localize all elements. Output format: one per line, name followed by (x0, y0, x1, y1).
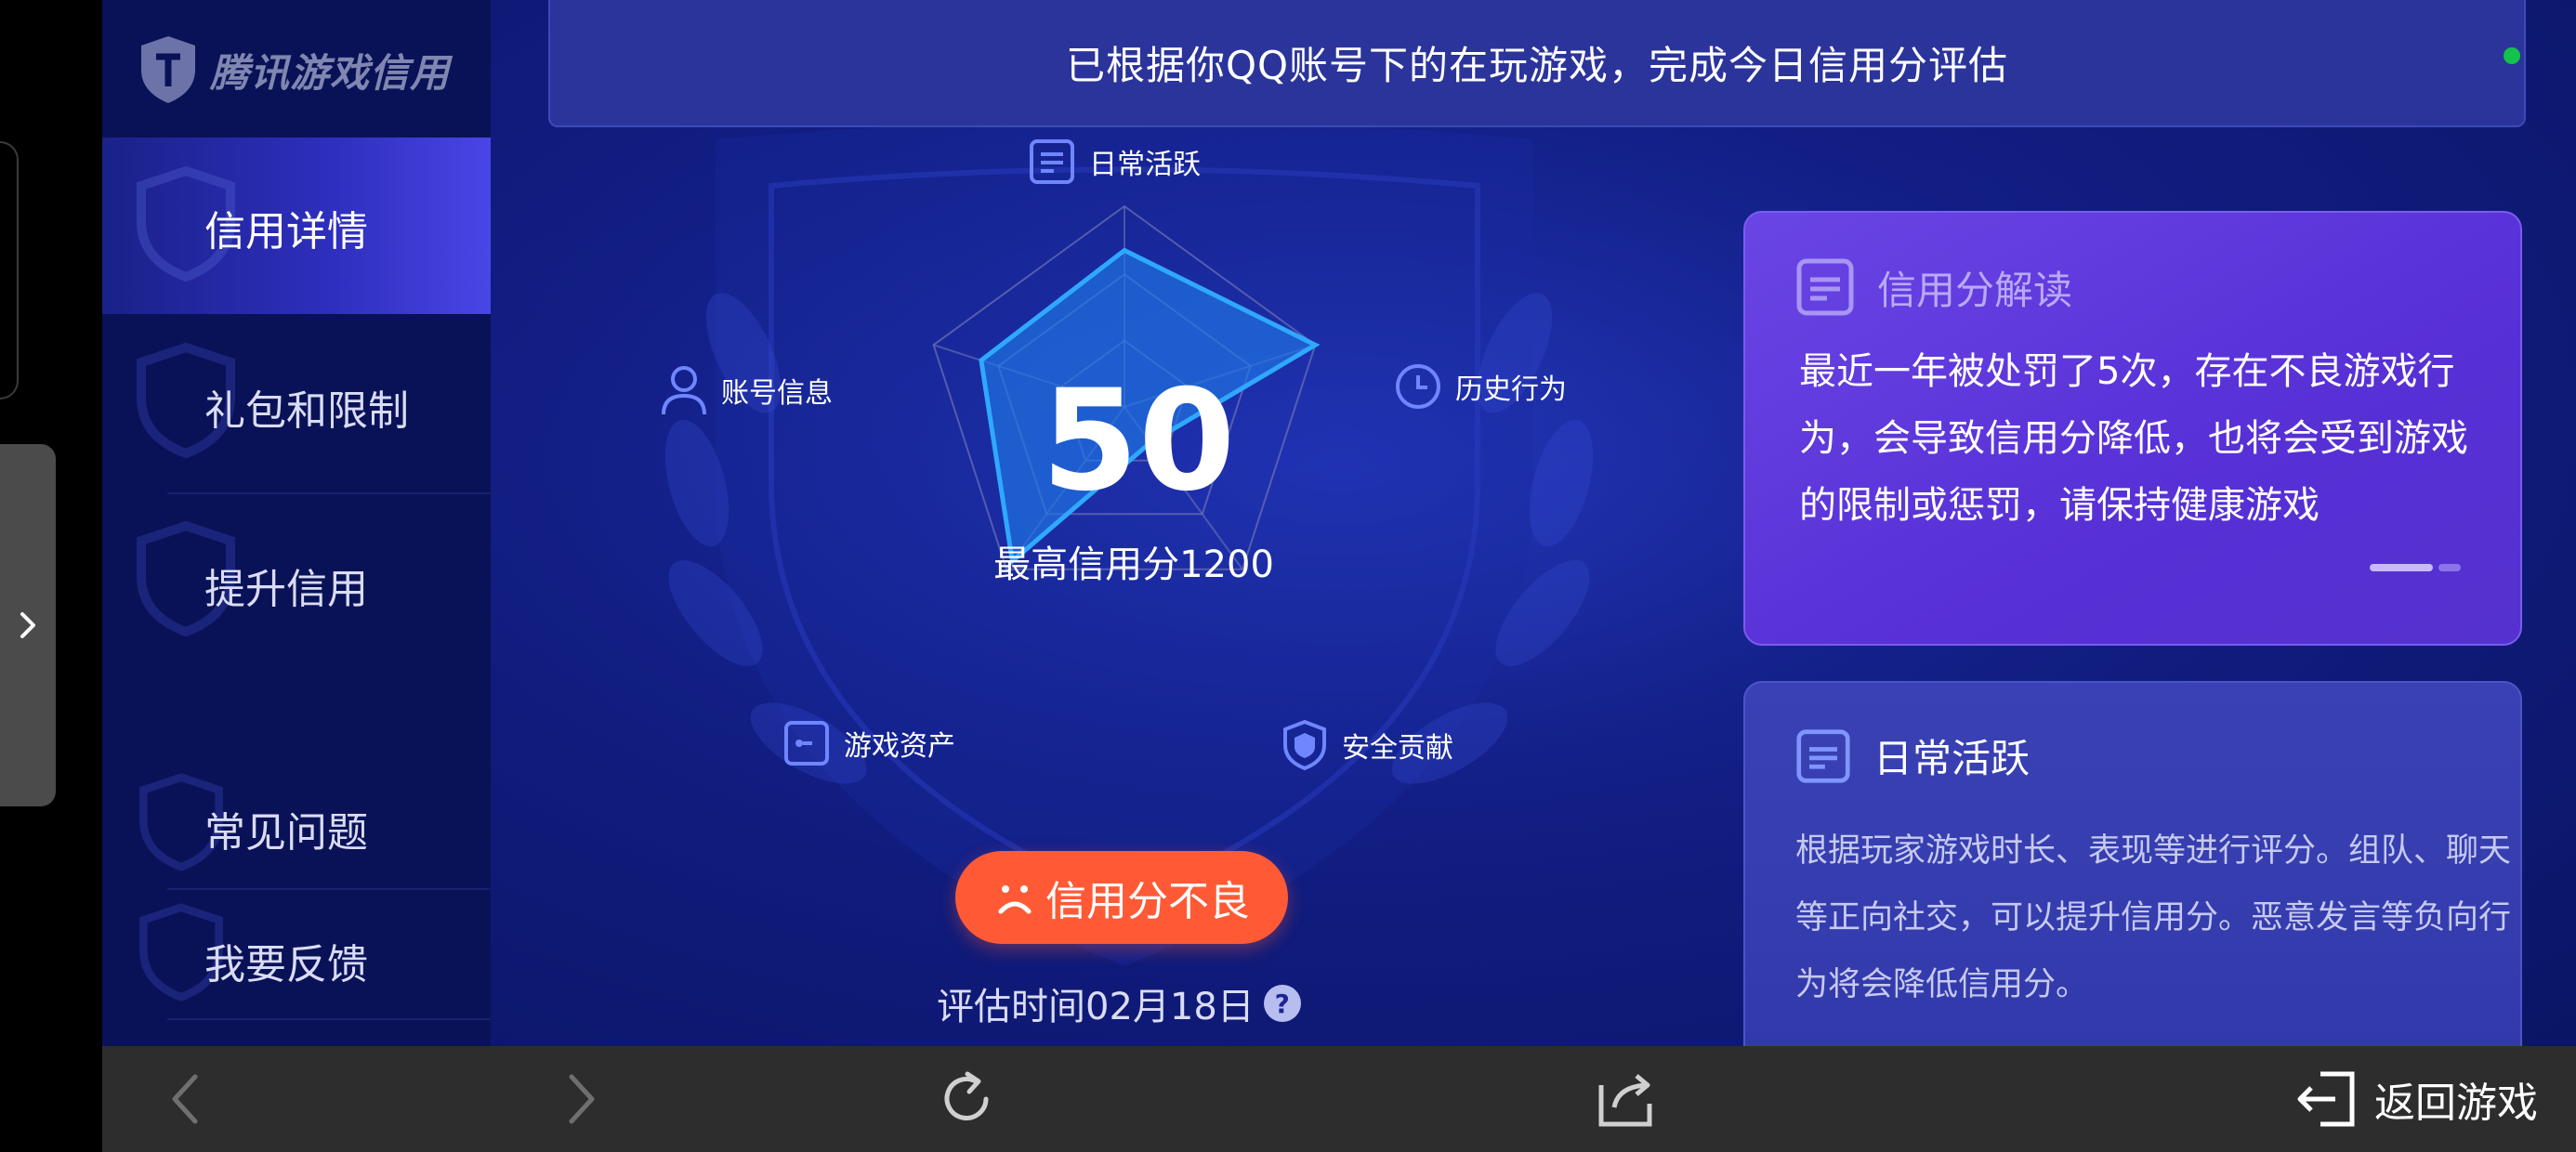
credit-status-badge: 信用分不良 (955, 851, 1288, 944)
help-icon[interactable]: ? (1263, 985, 1301, 1022)
dimension-account-info: 账号信息 (660, 362, 833, 418)
document-icon (1030, 139, 1074, 184)
pager-indicator (2438, 564, 2461, 571)
shield-icon (1283, 719, 1326, 771)
credit-score: 50 (1041, 360, 1236, 522)
sad-face-icon (998, 885, 1032, 914)
card-title: 日常活跃 (1873, 736, 2031, 781)
evaluation-time: 评估时间02月18日 ? (937, 975, 1301, 1031)
dimension-label: 日常活跃 (1089, 149, 1201, 181)
wallet-icon (784, 721, 829, 766)
back-button[interactable] (130, 1046, 242, 1152)
dimension-daily-activity: 日常活跃 (1028, 137, 1201, 186)
pager-indicator-active (2370, 564, 2433, 571)
max-credit-score: 最高信用分1200 (993, 543, 1274, 586)
document-icon (1796, 728, 1850, 783)
share-icon (1598, 1074, 1652, 1127)
return-to-game-button[interactable]: 返回游戏 (2267, 1046, 2565, 1152)
credit-interpretation-card[interactable]: 信用分解读 最近一年被处罚了5次，存在不良游戏行为，会导致信用分降低，也将会受到… (1743, 211, 2522, 646)
card-pager (2370, 564, 2461, 571)
card-body: 根据玩家游戏时长、表现等进行评分。组队、聊天等正向社交，可以提升信用分。恶意发言… (1795, 832, 2512, 1003)
chevron-right-icon (569, 1074, 595, 1124)
user-icon (662, 366, 706, 415)
chevron-right-icon (20, 612, 35, 638)
card-header: 信用分解读 (1795, 257, 2072, 317)
document-icon (1796, 258, 1854, 316)
forward-button[interactable] (525, 1046, 637, 1152)
dimension-label: 安全贡献 (1342, 732, 1453, 765)
dimension-label: 账号信息 (721, 377, 833, 410)
dimension-history: 历史行为 (1394, 362, 1567, 411)
bottom-toolbar: 返回游戏 (102, 1046, 2576, 1152)
card-header: 日常活跃 (1795, 727, 2030, 784)
dimension-label: 游戏资产 (844, 730, 955, 763)
evaluation-time-text: 评估时间02月18日 (937, 986, 1255, 1028)
share-button[interactable] (1571, 1046, 1682, 1152)
dimension-game-assets: 游戏资产 (782, 719, 955, 767)
refresh-icon (944, 1071, 989, 1120)
dimension-label: 历史行为 (1455, 373, 1567, 406)
return-to-game-label: 返回游戏 (2374, 1080, 2538, 1127)
edge-tab[interactable] (0, 141, 19, 399)
app-container: 腾讯游戏信用 信用详情 礼包和限制 提升信用 常见问题 我要反馈 已根据你QQ账… (102, 0, 2576, 1046)
credit-status-label: 信用分不良 (1045, 878, 1250, 925)
dimension-security: 安全贡献 (1281, 719, 1453, 771)
refresh-button[interactable] (911, 1046, 1022, 1152)
side-panel-handle[interactable] (0, 444, 56, 806)
card-body: 最近一年被处罚了5次，存在不良游戏行为，会导致信用分降低，也将会受到游戏的限制或… (1799, 350, 2468, 527)
clock-icon (1396, 364, 1440, 409)
daily-activity-card[interactable]: 日常活跃 根据玩家游戏时长、表现等进行评分。组队、聊天等正向社交，可以提升信用分… (1743, 681, 2522, 1046)
card-title: 信用分解读 (1877, 267, 2073, 313)
chevron-left-icon (172, 1074, 198, 1124)
exit-icon (2297, 1071, 2355, 1127)
